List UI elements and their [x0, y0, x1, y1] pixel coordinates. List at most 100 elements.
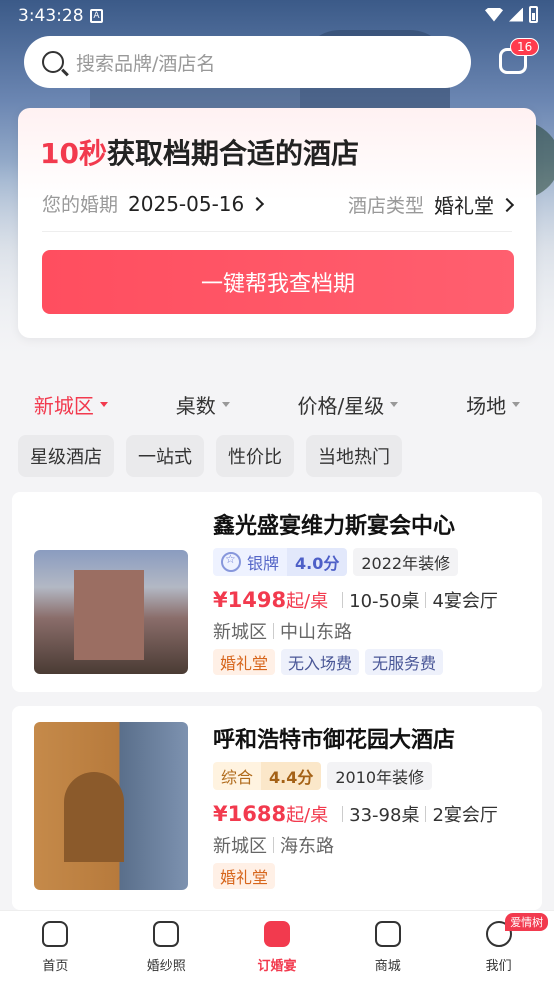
wedding-date-label: 您的婚期 — [42, 194, 119, 216]
caret-down-icon — [512, 401, 521, 407]
banquet-book-icon — [263, 921, 290, 947]
divider — [273, 623, 274, 639]
filter-district[interactable]: 新城区 — [34, 390, 108, 419]
building-image — [74, 570, 144, 660]
location-row: 新城区 海东路 — [213, 832, 334, 858]
hotel-type-value: 婚礼堂 — [434, 194, 494, 218]
tag-no-entry-fee: 无入场费 — [281, 649, 360, 675]
search-input[interactable]: 搜索品牌/酒店名 — [24, 36, 471, 88]
tab-wedding-photo-label: 婚纱照 — [146, 959, 186, 974]
hotel-type-label: 酒店类型 — [347, 195, 424, 217]
rank-label: 银牌 — [213, 548, 288, 576]
divider — [425, 592, 427, 608]
hall-count: 2宴会厅 — [432, 805, 498, 826]
tab-home[interactable]: 首页 — [0, 911, 111, 984]
shopping-bag-icon — [374, 921, 401, 947]
promo-title-rest: 获取档期合适的酒店 — [106, 137, 359, 170]
price-row: ¥1498 起/桌 10-50桌 4宴会厅 — [213, 587, 498, 613]
promo-title-highlight: 10秒 — [40, 137, 107, 170]
price: ¥1498 — [213, 588, 287, 612]
chip-value[interactable]: 性价比 — [216, 435, 294, 477]
divider — [342, 592, 344, 608]
hotel-thumbnail — [34, 722, 188, 890]
chip-one-stop[interactable]: 一站式 — [126, 435, 204, 477]
battery-icon — [529, 6, 538, 23]
tab-wedding-banquet-label: 订婚宴 — [257, 959, 297, 974]
message-badge: 16 — [510, 38, 540, 56]
hotel-card[interactable]: 鑫光盛宴维力斯宴会中心 银牌 4.0分 2022年装修 ¥1498 起/桌 10… — [12, 492, 542, 692]
caret-down-icon — [390, 401, 399, 407]
rank-badge: 综合 4.4分 — [213, 762, 322, 790]
tab-us[interactable]: 我们 爱情树 — [443, 911, 554, 984]
tab-home-label: 首页 — [42, 959, 69, 974]
divider — [273, 837, 274, 853]
message-button[interactable]: 16 — [496, 38, 540, 78]
price-row: ¥1688 起/桌 33-98桌 2宴会厅 — [213, 801, 498, 827]
renovation-year: 2022年装修 — [353, 548, 459, 576]
caret-down-icon — [221, 401, 230, 407]
chip-star-hotel[interactable]: 星级酒店 — [18, 435, 114, 477]
filter-bar: 新城区 桌数 价格/星级 场地 — [0, 386, 554, 422]
home-icon — [42, 921, 69, 947]
rank-text: 综合 — [213, 762, 262, 790]
filter-price-star-label: 价格/星级 — [297, 393, 385, 418]
check-schedule-button[interactable]: 一键帮我查档期 — [42, 250, 514, 314]
table-count: 10-50桌 — [349, 591, 420, 612]
building-image — [64, 772, 124, 862]
tab-us-label: 我们 — [485, 959, 512, 974]
tag-row: 婚礼堂 无入场费 无服务费 — [213, 649, 444, 675]
love-tree-badge: 爱情树 — [505, 913, 549, 931]
district: 新城区 — [213, 622, 267, 643]
rank-badge: 银牌 4.0分 — [213, 548, 348, 576]
chevron-right-icon — [250, 196, 265, 211]
filter-venue[interactable]: 场地 — [466, 390, 521, 419]
road: 中山东路 — [280, 622, 352, 643]
filter-price-star[interactable]: 价格/星级 — [298, 390, 399, 419]
chip-local-hot[interactable]: 当地热门 — [306, 435, 402, 477]
caret-down-icon — [99, 401, 108, 407]
hall-count: 4宴会厅 — [432, 591, 498, 612]
hotel-thumbnail — [34, 550, 188, 674]
tab-mall-label: 商城 — [374, 959, 401, 974]
search-icon — [42, 51, 64, 73]
bottom-tab-bar: 首页 婚纱照 订婚宴 商城 我们 爱情树 — [0, 910, 554, 984]
wifi-icon — [485, 7, 503, 22]
price: ¥1688 — [213, 802, 287, 826]
hotel-name: 呼和浩特市御花园大酒店 — [213, 728, 456, 753]
tab-wedding-banquet[interactable]: 订婚宴 — [222, 911, 333, 984]
rank-text: 银牌 — [247, 554, 280, 573]
hotel-rating-row: 银牌 4.0分 2022年装修 — [213, 548, 459, 576]
filter-district-label: 新城区 — [33, 393, 94, 418]
tag-row: 婚礼堂 — [213, 863, 276, 889]
rank-score: 4.0分 — [287, 548, 348, 576]
wedding-date-value: 2025-05-16 — [128, 191, 245, 216]
tab-mall[interactable]: 商城 — [332, 911, 443, 984]
renovation-year: 2010年装修 — [327, 762, 433, 790]
price-unit: 起/桌 — [286, 805, 329, 826]
tag-wedding-hall: 婚礼堂 — [213, 649, 276, 675]
road: 海东路 — [280, 836, 334, 857]
search-placeholder: 搜索品牌/酒店名 — [76, 52, 216, 75]
signal-icon — [509, 7, 523, 22]
hotel-name: 鑫光盛宴维力斯宴会中心 — [213, 514, 456, 539]
status-time: 3:43:28 — [18, 6, 84, 26]
status-bar: 3:43:28 A — [0, 0, 554, 32]
hotel-card[interactable]: 呼和浩特市御花园大酒店 综合 4.4分 2010年装修 ¥1688 起/桌 33… — [12, 706, 542, 910]
tab-wedding-photo[interactable]: 婚纱照 — [111, 911, 222, 984]
notification-a-icon: A — [90, 9, 103, 23]
medal-icon — [221, 552, 241, 572]
filter-tables[interactable]: 桌数 — [176, 390, 230, 419]
divider — [342, 806, 344, 822]
location-row: 新城区 中山东路 — [213, 618, 352, 644]
hotel-type-selector[interactable]: 酒店类型 婚礼堂 — [347, 190, 515, 219]
promo-title: 10秒获取档期合适的酒店 — [40, 132, 359, 172]
wedding-date-selector[interactable]: 您的婚期 2025-05-16 — [42, 190, 265, 217]
hotel-rating-row: 综合 4.4分 2010年装修 — [213, 762, 433, 790]
camera-icon — [153, 921, 180, 947]
district: 新城区 — [213, 836, 267, 857]
chevron-right-icon — [499, 197, 515, 212]
schedule-finder-card: 10秒获取档期合适的酒店 您的婚期 2025-05-16 酒店类型 婚礼堂 一键… — [18, 108, 536, 338]
tag-wedding-hall: 婚礼堂 — [213, 863, 276, 889]
tag-no-service-fee: 无服务费 — [365, 649, 444, 675]
filter-tables-label: 桌数 — [175, 393, 216, 418]
